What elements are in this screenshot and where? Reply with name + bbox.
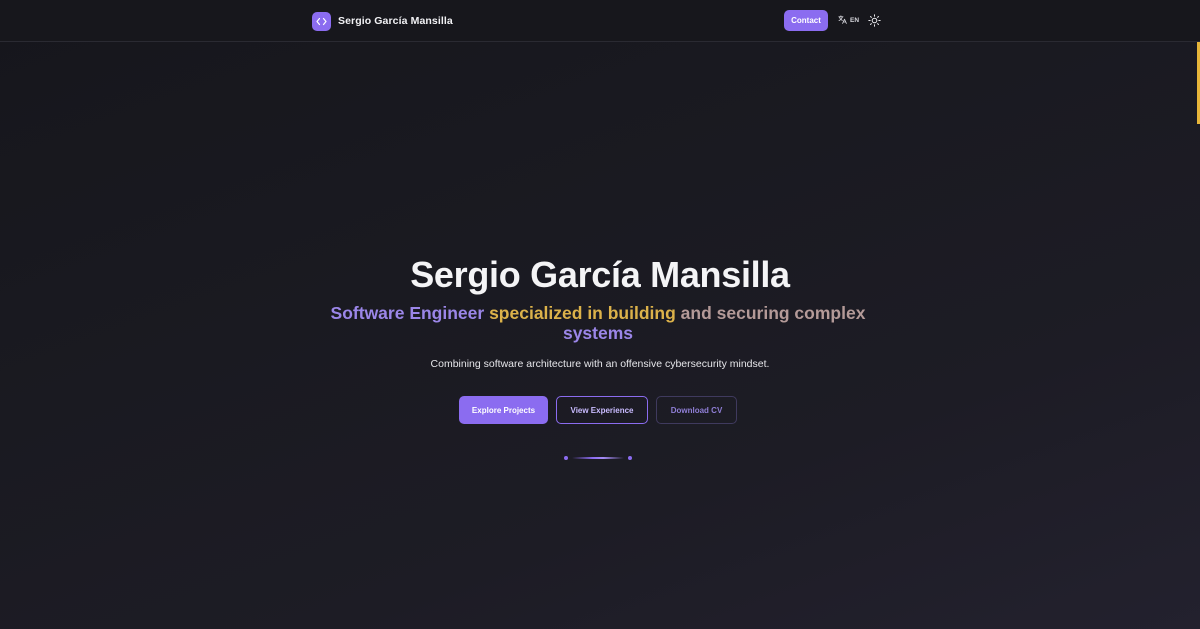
view-experience-button[interactable]: View Experience bbox=[556, 396, 648, 424]
indicator-line bbox=[572, 457, 624, 459]
brand-name: Sergio García Mansilla bbox=[338, 15, 453, 27]
hero-title: Sergio García Mansilla bbox=[410, 254, 790, 295]
subtitle-part-1: Software Engineer bbox=[330, 303, 485, 323]
language-switcher[interactable]: EN bbox=[838, 14, 859, 27]
explore-projects-button[interactable]: Explore Projects bbox=[459, 396, 548, 424]
indicator-dot-left bbox=[564, 456, 568, 460]
indicator-dot-right bbox=[628, 456, 632, 460]
brand-logo-link[interactable]: Sergio García Mansilla bbox=[312, 11, 453, 31]
language-label: EN bbox=[850, 17, 860, 24]
subtitle-part-2: specialized in building bbox=[489, 303, 676, 323]
contact-button[interactable]: Contact bbox=[784, 10, 828, 31]
sun-icon bbox=[868, 14, 881, 31]
code-brackets-icon bbox=[312, 11, 331, 31]
top-navbar: Sergio García Mansilla Contact EN bbox=[0, 0, 1200, 42]
hero-subtitle: Software Engineer specialized in buildin… bbox=[330, 303, 866, 343]
subtitle-part-3: and securing complex bbox=[680, 303, 866, 323]
subtitle-part-4: systems bbox=[562, 323, 634, 343]
theme-toggle-button[interactable] bbox=[868, 14, 881, 27]
translate-icon bbox=[838, 15, 847, 26]
scroll-down-indicator[interactable] bbox=[564, 454, 632, 462]
hero-description: Combining software architecture with an … bbox=[430, 358, 770, 370]
download-cv-button[interactable]: Download CV bbox=[656, 396, 737, 424]
